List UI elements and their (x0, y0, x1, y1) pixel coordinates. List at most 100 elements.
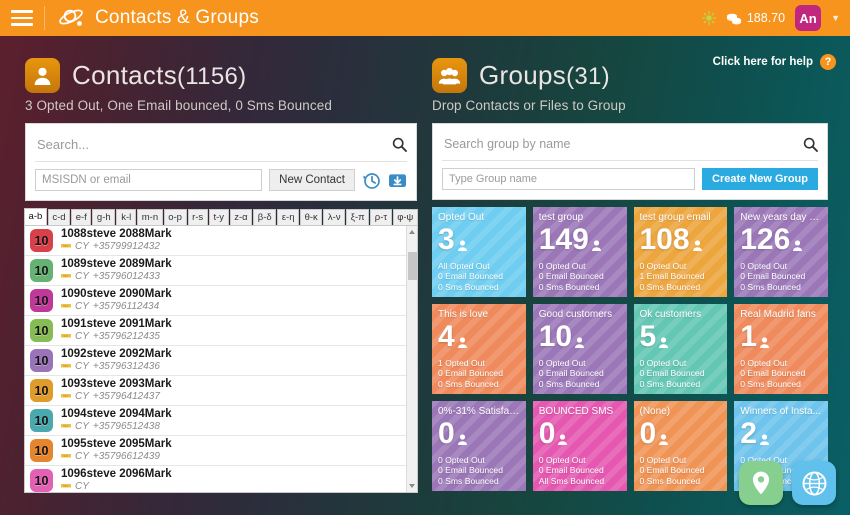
person-small-icon (457, 337, 467, 348)
contact-count-badge[interactable]: 10 (30, 349, 53, 372)
scroll-down-arrow-icon[interactable] (409, 484, 415, 488)
group-count-value: 0 (639, 417, 657, 450)
alpha-tab-β-δ[interactable]: β-δ (253, 209, 277, 225)
groups-count: (31) (566, 63, 610, 90)
contact-count-badge[interactable]: 10 (30, 439, 53, 462)
alpha-tab-k-l[interactable]: k-l (116, 209, 137, 225)
contact-row[interactable]: 10 1095steve 2095Mark CY +35796612439 (25, 436, 417, 466)
group-tile[interactable]: Real Madrid fans 1 0 Opted Out 0 Email Boun… (734, 304, 828, 394)
contact-count-badge[interactable]: 10 (30, 469, 53, 492)
group-stats: 0 Opted Out0 Email Bounced0 Sms Bounced (740, 358, 805, 390)
scroll-up-arrow-icon[interactable] (409, 230, 415, 234)
hamburger-menu-icon[interactable] (0, 0, 44, 36)
group-tile[interactable]: test group 149 0 Opted Out 0 Email Bounced 0… (532, 207, 627, 297)
location-pin-button[interactable] (739, 461, 783, 505)
group-tile[interactable]: This is love 4 1 Opted Out 0 Email Bounced 0… (432, 304, 526, 394)
search-input[interactable] (35, 132, 392, 157)
contact-name: 1088steve 2088Mark (61, 228, 172, 240)
group-stats: 0 Opted Out0 Email Bounced0 Sms Bounced (640, 455, 705, 487)
contact-list-scrollbar[interactable] (406, 226, 417, 492)
alpha-tab-e-f[interactable]: e-f (71, 209, 92, 225)
group-member-count: 126 (740, 225, 822, 255)
contact-country: CY (75, 421, 89, 432)
contact-row[interactable]: 10 1089steve 2089Mark CY +35796012433 (25, 256, 417, 286)
contacts-title: Contacts(1156) (72, 60, 246, 91)
contact-count-badge[interactable]: 10 (30, 289, 53, 312)
alpha-tab-g-h[interactable]: g-h (92, 209, 116, 225)
contact-row[interactable]: 10 1092steve 2092Mark CY +35796312436 (25, 346, 417, 376)
group-tile[interactable]: New years day o... 126 0 Opted Out 0 Email … (734, 207, 828, 297)
user-avatar[interactable]: An (795, 5, 822, 31)
group-tile[interactable]: 0%-31% Satisfac... 0 0 Opted Out 0 Email Bo… (432, 401, 526, 491)
group-stats: 0 Opted Out0 Email Bounced0 Sms Bounced (640, 358, 705, 390)
search-icon[interactable] (803, 137, 818, 152)
contact-row[interactable]: 10 1093steve 2093Mark CY +35796412437 (25, 376, 417, 406)
contact-count-badge[interactable]: 10 (30, 409, 53, 432)
chevron-down-icon[interactable]: ▼ (831, 13, 840, 23)
group-tile[interactable]: Ok customers 5 0 Opted Out 0 Email Bounced 0… (633, 304, 728, 394)
alpha-tab-z-α[interactable]: z-α (229, 209, 253, 225)
contact-phone: CY +35796112434 (61, 301, 172, 313)
contact-row[interactable]: 10 1096steve 2096Mark CY (25, 466, 417, 492)
alpha-tab-ε-η[interactable]: ε-η (277, 209, 300, 225)
question-mark-icon[interactable]: ? (820, 54, 836, 70)
new-contact-button[interactable]: New Contact (269, 169, 355, 191)
group-opted-out: 0 Opted Out (538, 454, 586, 465)
contact-count-badge[interactable]: 10 (30, 319, 53, 342)
alpha-tab-o-p[interactable]: o-p (163, 209, 187, 225)
msisdn-or-email-input[interactable] (35, 169, 263, 191)
alpha-tab-r-s[interactable]: r-s (187, 209, 208, 225)
top-bar: Contacts & Groups 188.70 An ▼ (0, 0, 850, 36)
globe-button[interactable] (792, 461, 836, 505)
alpha-tab-t-y[interactable]: t-y (208, 209, 229, 225)
group-opted-out: 0 Opted Out (740, 260, 788, 271)
group-tile[interactable]: test group email 108 0 Opted Out 1 Email Bo… (633, 207, 728, 297)
contact-country: CY (75, 481, 89, 492)
contact-count-badge[interactable]: 10 (30, 229, 53, 252)
alpha-tab-θ-κ[interactable]: θ-κ (300, 209, 323, 225)
country-flag-icon (61, 483, 71, 491)
help-text: Click here for help (712, 56, 813, 68)
scrollbar-thumb[interactable] (408, 252, 417, 280)
help-link[interactable]: Click here for help ? (713, 54, 836, 70)
account-balance[interactable]: 188.70 (726, 11, 785, 25)
alpha-tab-c-d[interactable]: c-d (47, 209, 71, 225)
alphabet-index-tabs[interactable]: a-b c-d e-f g-h k-l m-n o-p r-s t-y z-α β-δ ε-η θ-κ λ… (24, 208, 418, 225)
group-stats: 0 Opted Out0 Email Bounced0 Sms Bounced (740, 261, 805, 293)
group-tile[interactable]: Good customers 10 0 Opted Out 0 Email Bounc… (532, 304, 627, 394)
group-sms-bounced: 0 Sms Bounced (639, 281, 701, 292)
contact-count-badge[interactable]: 10 (30, 379, 53, 402)
group-count-value: 3 (438, 223, 455, 256)
contact-info: 1091steve 2091Mark CY +35796212435 (61, 318, 172, 343)
alpha-tab-φ-ψ[interactable]: φ-ψ (392, 209, 418, 225)
contact-row[interactable]: 10 1094steve 2094Mark CY +35796512438 (25, 406, 417, 436)
alpha-tab-ρ-τ[interactable]: ρ-τ (370, 209, 392, 225)
group-count-value: 5 (639, 320, 657, 353)
contact-row[interactable]: 10 1091steve 2091Mark CY +35796212435 (25, 316, 417, 346)
sun-icon[interactable] (701, 11, 716, 25)
contact-list[interactable]: 10 1088steve 2088Mark CY +35799912432 10 1089… (24, 225, 418, 493)
group-tile[interactable]: (None) 0 0 Opted Out 0 Email Bounced 0 Sms B… (633, 401, 728, 491)
contact-name: 1090steve 2090Mark (61, 288, 172, 300)
group-name-input[interactable] (442, 168, 696, 190)
country-flag-icon (61, 363, 71, 371)
group-search-input[interactable] (442, 132, 803, 156)
group-member-count: 0 (640, 419, 722, 449)
group-tile[interactable]: Opted Out 3 All Opted Out 0 Email Bounced 0 … (432, 207, 526, 297)
alpha-tab-m-n[interactable]: m-n (137, 209, 163, 225)
alpha-tab-a-b[interactable]: a-b (24, 208, 47, 225)
import-download-icon[interactable] (388, 171, 407, 190)
contact-number: +35799912432 (92, 241, 160, 252)
group-tile[interactable]: BOUNCED SMS 0 0 Opted Out 0 Email Bounced Al… (532, 401, 627, 491)
person-small-icon (659, 434, 669, 445)
contact-row[interactable]: 10 1090steve 2090Mark CY +35796112434 (25, 286, 417, 316)
contact-count-badge[interactable]: 10 (30, 259, 53, 282)
search-icon[interactable] (392, 137, 407, 152)
contact-phone: CY +35796012433 (61, 271, 172, 283)
history-clock-icon[interactable] (362, 171, 381, 190)
alpha-tab-λ-ν[interactable]: λ-ν (323, 209, 346, 225)
contact-row[interactable]: 10 1088steve 2088Mark CY +35799912432 (25, 226, 417, 256)
create-new-group-button[interactable]: Create New Group (702, 168, 818, 190)
groups-subtitle: Drop Contacts or Files to Group (432, 98, 626, 113)
alpha-tab-ξ-π[interactable]: ξ-π (346, 209, 370, 225)
